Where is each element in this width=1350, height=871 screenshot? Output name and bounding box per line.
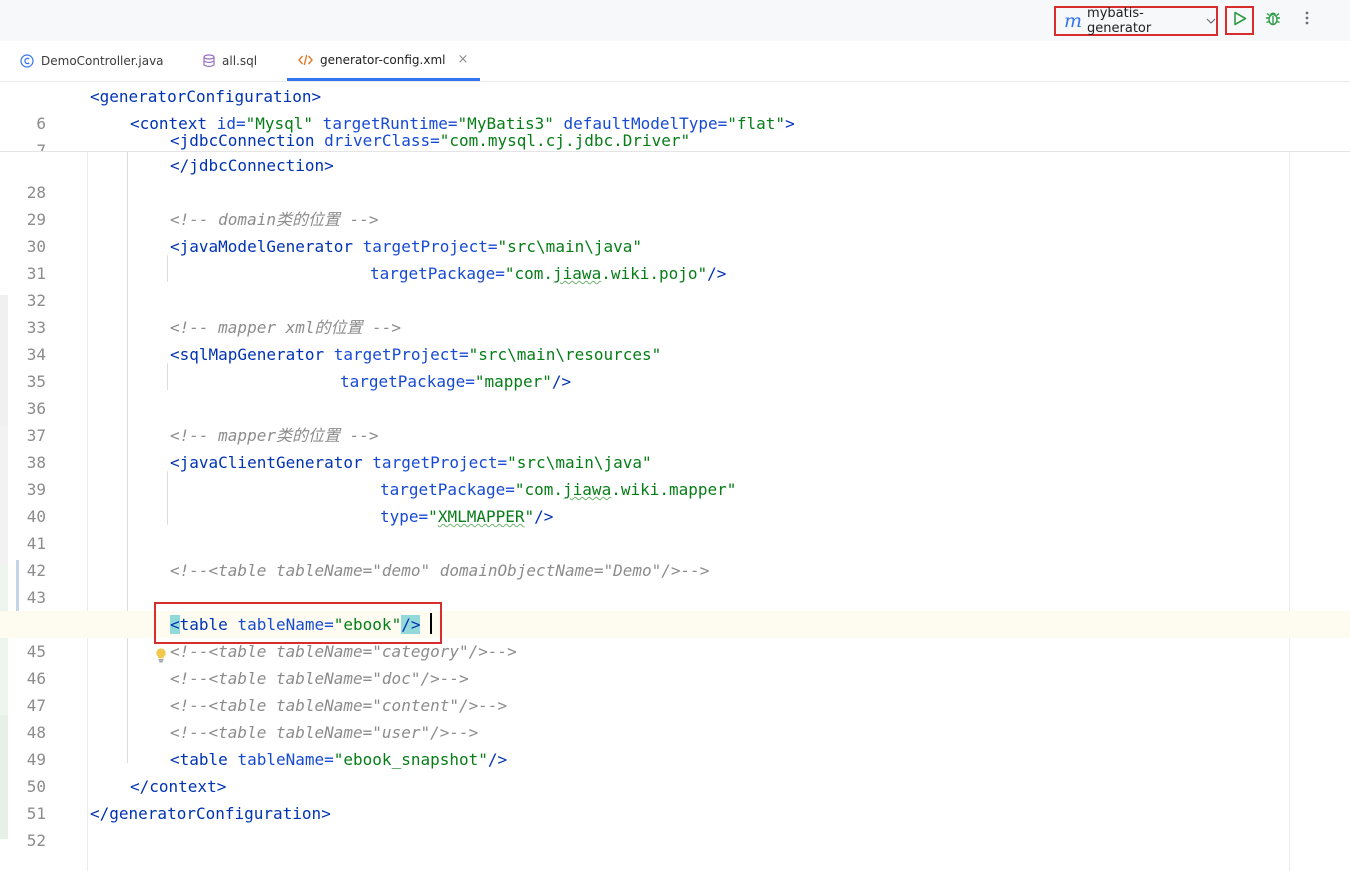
debug-button[interactable] bbox=[1262, 9, 1284, 31]
code-line: 32 targetPackage="com.jiawa.wiki.pojo"/> bbox=[0, 260, 1350, 310]
code-comment: <!--<table tableName="demo" domainObject… bbox=[170, 561, 710, 580]
code-text: <generatorConfiguration> bbox=[90, 87, 322, 106]
code-line: 34 <!-- mapper xml的位置 --> bbox=[0, 314, 1350, 364]
code-line: 47 <!--<table tableName="doc"/>--> bbox=[0, 665, 1350, 715]
tab-label: DemoController.java bbox=[41, 54, 164, 68]
code-line: 6 <generatorConfiguration> bbox=[0, 83, 1350, 133]
code-comment: <!--<table tableName="content"/>--> bbox=[170, 696, 508, 715]
more-actions-button[interactable] bbox=[1296, 9, 1318, 31]
java-class-icon bbox=[20, 54, 34, 68]
text-caret bbox=[430, 613, 432, 634]
code-line: 52 </generatorConfiguration> bbox=[0, 800, 1350, 850]
run-configuration-selector[interactable]: m mybatis-generator bbox=[1054, 6, 1218, 36]
line-number: 52 bbox=[26, 831, 46, 850]
code-comment: <!-- domain类的位置 --> bbox=[170, 210, 379, 229]
code-line: 40 targetPackage="com.jiawa.wiki.mapper" bbox=[0, 476, 1350, 526]
code-line: 41 type="XMLMAPPER"/> bbox=[0, 503, 1350, 553]
code-text: type="XMLMAPPER"/> bbox=[380, 507, 554, 526]
tab-label: generator-config.xml bbox=[320, 52, 446, 67]
code-line: 46 <!--<table tableName="category"/>--> bbox=[0, 638, 1350, 688]
code-text: </generatorConfiguration> bbox=[90, 804, 331, 823]
code-line: 39 <javaClientGenerator targetProject="s… bbox=[0, 449, 1350, 499]
code-text: </context> bbox=[130, 777, 227, 796]
editor-tab-bar: DemoController.java all.sql generator-co… bbox=[0, 41, 1350, 82]
code-comment: <!-- mapper类的位置 --> bbox=[170, 426, 379, 445]
sticky-lines-header: 6 <generatorConfiguration> 7 <context id… bbox=[0, 82, 1350, 152]
code-comment: <!-- mapper xml的位置 --> bbox=[170, 318, 402, 337]
code-line: 30 <!-- domain类的位置 --> bbox=[0, 206, 1350, 256]
code-line: 29 bbox=[0, 179, 1350, 229]
more-vertical-icon bbox=[1305, 11, 1309, 30]
code-text: </jdbcConnection> bbox=[170, 156, 334, 175]
code-line: 51 </context> bbox=[0, 773, 1350, 823]
code-line: 43 <!--<table tableName="demo" domainObj… bbox=[0, 557, 1350, 607]
code-line: 31 <javaModelGenerator targetProject="sr… bbox=[0, 233, 1350, 283]
code-line: 44 bbox=[0, 584, 1350, 634]
run-play-icon bbox=[1233, 11, 1247, 31]
code-line: 38 <!-- mapper类的位置 --> bbox=[0, 422, 1350, 472]
code-line: 33 bbox=[0, 287, 1350, 337]
lightbulb-icon[interactable] bbox=[96, 617, 166, 663]
mybatis-m-icon: m bbox=[1064, 9, 1083, 32]
code-line: 28 </jdbcConnection> bbox=[0, 152, 1350, 202]
run-button[interactable] bbox=[1225, 6, 1254, 35]
code-comment: <!--<table tableName="doc"/>--> bbox=[170, 669, 469, 688]
run-configuration-label: mybatis-generator bbox=[1087, 6, 1152, 36]
tab-democontroller-java[interactable]: DemoController.java bbox=[20, 41, 164, 81]
code-text: <javaClientGenerator targetProject="src\… bbox=[170, 453, 652, 472]
code-line: 42 bbox=[0, 530, 1350, 580]
code-editor[interactable]: 6 <generatorConfiguration> 7 <context id… bbox=[0, 82, 1350, 871]
code-text: <javaModelGenerator targetProject="src\m… bbox=[170, 237, 643, 256]
tab-generator-config-xml[interactable]: generator-config.xml × bbox=[287, 41, 481, 81]
database-icon bbox=[203, 54, 215, 68]
tab-label: all.sql bbox=[222, 54, 258, 68]
code-line: 48 <!--<table tableName="content"/>--> bbox=[0, 692, 1350, 742]
main-toolbar: m mybatis-generator bbox=[0, 0, 1350, 41]
close-tab-icon[interactable]: × bbox=[457, 52, 468, 67]
code-text: targetPackage="mapper"/> bbox=[340, 372, 572, 391]
code-comment: <!--<table tableName="user"/>--> bbox=[170, 723, 479, 742]
code-line: 36 targetPackage="mapper"/> bbox=[0, 368, 1350, 418]
code-text: <table tableName="ebook_snapshot"/> bbox=[170, 750, 508, 769]
code-text: <sqlMapGenerator targetProject="src\main… bbox=[170, 345, 662, 364]
code-text: targetPackage="com.jiawa.wiki.pojo"/> bbox=[370, 264, 727, 283]
code-comment: <!--<table tableName="category"/>--> bbox=[170, 642, 517, 661]
xml-tag-icon bbox=[298, 54, 313, 66]
code-text: <table tableName="ebook"/> bbox=[170, 615, 421, 634]
current-code-line: 45 <table tableName="ebook"/> bbox=[0, 611, 1350, 663]
code-line-partial: <jdbcConnection driverClass="com.mysql.c… bbox=[0, 127, 1350, 151]
code-line: 35 <sqlMapGenerator targetProject="src\m… bbox=[0, 341, 1350, 391]
code-text: <jdbcConnection driverClass="com.mysql.c… bbox=[170, 131, 691, 150]
code-text: targetPackage="com.jiawa.wiki.mapper" bbox=[380, 480, 737, 499]
code-line: 49 <!--<table tableName="user"/>--> bbox=[0, 719, 1350, 769]
debug-bug-icon bbox=[1264, 9, 1282, 32]
code-line: 37 bbox=[0, 395, 1350, 445]
tab-all-sql[interactable]: all.sql bbox=[203, 41, 257, 81]
code-line: 50 <table tableName="ebook_snapshot"/> bbox=[0, 746, 1350, 796]
chevron-down-icon bbox=[1206, 18, 1216, 24]
